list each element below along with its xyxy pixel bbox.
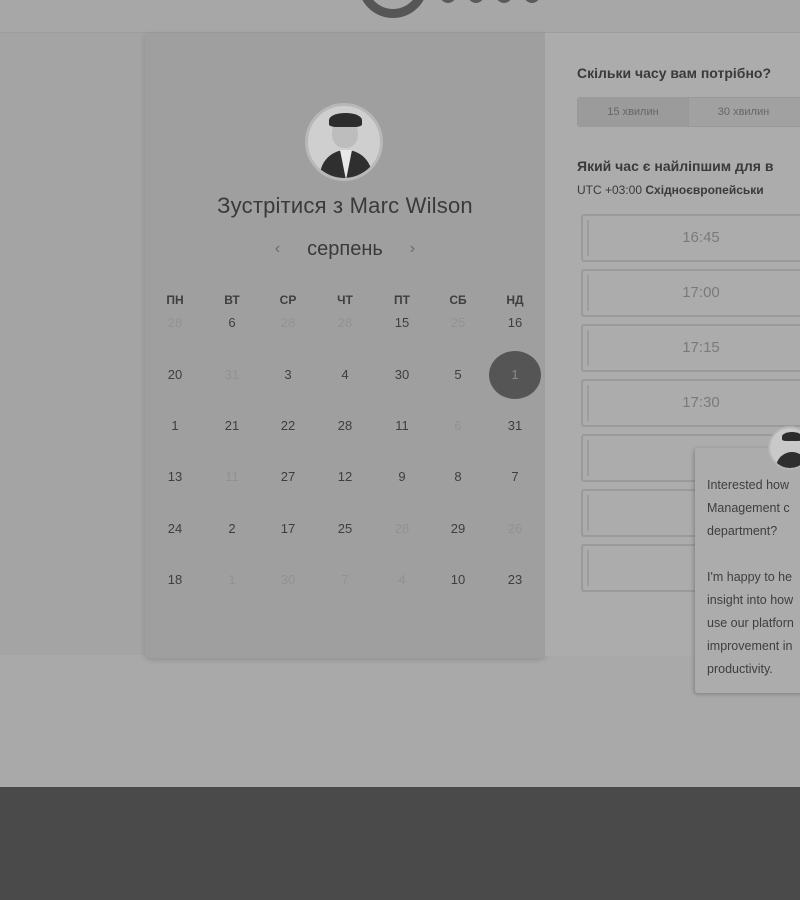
calendar-day[interactable]: 24 — [155, 519, 195, 539]
weekday-label: ПТ — [394, 293, 410, 307]
calendar-day[interactable]: 3 — [268, 365, 308, 385]
logo-wordmark — [440, 0, 740, 4]
calendar-day: 11 — [225, 469, 239, 484]
time-slot-button[interactable]: 17:15 — [581, 324, 800, 372]
chat-message: Interested how Management c department? I'… — [707, 474, 800, 681]
month-label: серпень — [307, 238, 383, 260]
meeting-title: Зустрітися з Marc Wilson — [217, 193, 473, 218]
weekday-header: ПН ВТ СР ЧТ ПТ СБ НД — [145, 293, 545, 309]
time-slot-button[interactable]: 17:00 — [581, 269, 800, 317]
duration-15-button[interactable]: 15 хвилин — [578, 98, 688, 126]
calendar-day[interactable]: 1 — [155, 416, 195, 436]
calendar-day: 1 — [228, 572, 236, 587]
calendar-day: 28 — [337, 315, 353, 330]
calendar-day[interactable]: 12 — [325, 467, 365, 487]
time-slot-button[interactable]: 16:45 — [581, 214, 800, 262]
calendar-day[interactable]: 15 — [382, 313, 422, 333]
chat-message-line — [707, 543, 800, 566]
chat-message-line: Interested how — [707, 478, 789, 492]
calendar-day[interactable]: 25 — [325, 519, 365, 539]
calendar-day[interactable]: 18 — [155, 570, 195, 590]
organizer-avatar — [305, 103, 383, 181]
timezone-name: Східноєвропейськи — [645, 183, 764, 197]
calendar-day[interactable]: 2 — [212, 519, 252, 539]
calendar-day: 25 — [450, 315, 466, 330]
calendar-day: 4 — [398, 572, 406, 587]
calendar-day[interactable]: 11 — [382, 416, 422, 436]
left-backdrop — [0, 33, 145, 655]
calendar-day[interactable]: 6 — [212, 313, 252, 333]
calendar-day[interactable]: 31 — [495, 416, 535, 436]
calendar-day[interactable]: 16 — [495, 313, 535, 333]
chat-message-line: improvement in — [707, 639, 793, 653]
calendar-day[interactable]: 7 — [495, 467, 535, 487]
chat-message-line: productivity. — [707, 662, 773, 676]
chat-message-line: I'm happy to he — [707, 570, 793, 584]
calendar-day: 26 — [507, 521, 523, 536]
duration-selector: 15 хвилин 30 хвилин — [577, 97, 800, 127]
calendar-day[interactable]: 13 — [155, 467, 195, 487]
weekday-label: СР — [279, 293, 297, 307]
time-question: Який час є найліпшим для в — [577, 158, 774, 174]
chat-agent-avatar — [768, 426, 800, 470]
weekday-label: ВТ — [224, 293, 240, 307]
calendar-day[interactable]: 22 — [268, 416, 308, 436]
calendar-day-selected[interactable]: 1 — [489, 351, 541, 399]
calendar-day[interactable]: 5 — [438, 365, 478, 385]
calendar-day[interactable]: 20 — [155, 365, 195, 385]
duration-30-button[interactable]: 30 хвилин — [688, 98, 798, 126]
calendar-day[interactable]: 21 — [212, 416, 252, 436]
chevron-left-icon[interactable]: ‹ — [266, 237, 290, 261]
logo[interactable] — [358, 0, 428, 18]
chat-message-line: insight into how — [707, 593, 794, 607]
page-backdrop — [0, 655, 800, 787]
weekday-label: НД — [506, 293, 524, 307]
timezone-offset: UTC +03:00 — [577, 183, 643, 197]
weekday-label: СБ — [449, 293, 467, 307]
calendar-day[interactable]: 28 — [325, 416, 365, 436]
calendar-panel: Зустрітися з Marc Wilson ‹ серпень › ПН В… — [145, 33, 545, 658]
month-navigation: ‹ серпень › — [145, 237, 545, 265]
calendar-day[interactable]: 27 — [268, 467, 308, 487]
timezone-label[interactable]: UTC +03:00 Східноєвропейськи — [577, 183, 764, 197]
calendar-day[interactable]: 10 — [438, 570, 478, 590]
chat-message-line: department? — [707, 524, 778, 538]
chevron-right-icon[interactable]: › — [400, 237, 424, 261]
page-footer — [0, 787, 800, 900]
duration-question: Скільки часу вам потрібно? — [577, 65, 772, 81]
calendar-day[interactable]: 30 — [382, 365, 422, 385]
calendar-day: 6 — [454, 418, 462, 433]
calendar-day: 28 — [394, 521, 410, 536]
weekday-label: ПН — [166, 293, 184, 307]
chat-popup[interactable]: Interested how Management c department? I'… — [695, 426, 800, 693]
calendar-day[interactable]: 29 — [438, 519, 478, 539]
calendar-day[interactable]: 4 — [325, 365, 365, 385]
calendar-day[interactable]: 23 — [495, 570, 535, 590]
chat-message-line: Management c — [707, 501, 790, 515]
calendar-day[interactable]: 9 — [382, 467, 422, 487]
time-slot-button[interactable]: 17:30 — [581, 379, 800, 427]
calendar-day: 28 — [280, 315, 296, 330]
top-bar — [0, 0, 800, 33]
calendar-day[interactable]: 17 — [268, 519, 308, 539]
calendar-day: 28 — [167, 315, 183, 330]
calendar-day: 7 — [341, 572, 349, 587]
calendar-day: 30 — [280, 572, 296, 587]
chat-message-line: use our platforn — [707, 616, 794, 630]
calendar-day: 31 — [224, 367, 240, 382]
calendar-day[interactable]: 8 — [438, 467, 478, 487]
weekday-label: ЧТ — [337, 293, 353, 307]
